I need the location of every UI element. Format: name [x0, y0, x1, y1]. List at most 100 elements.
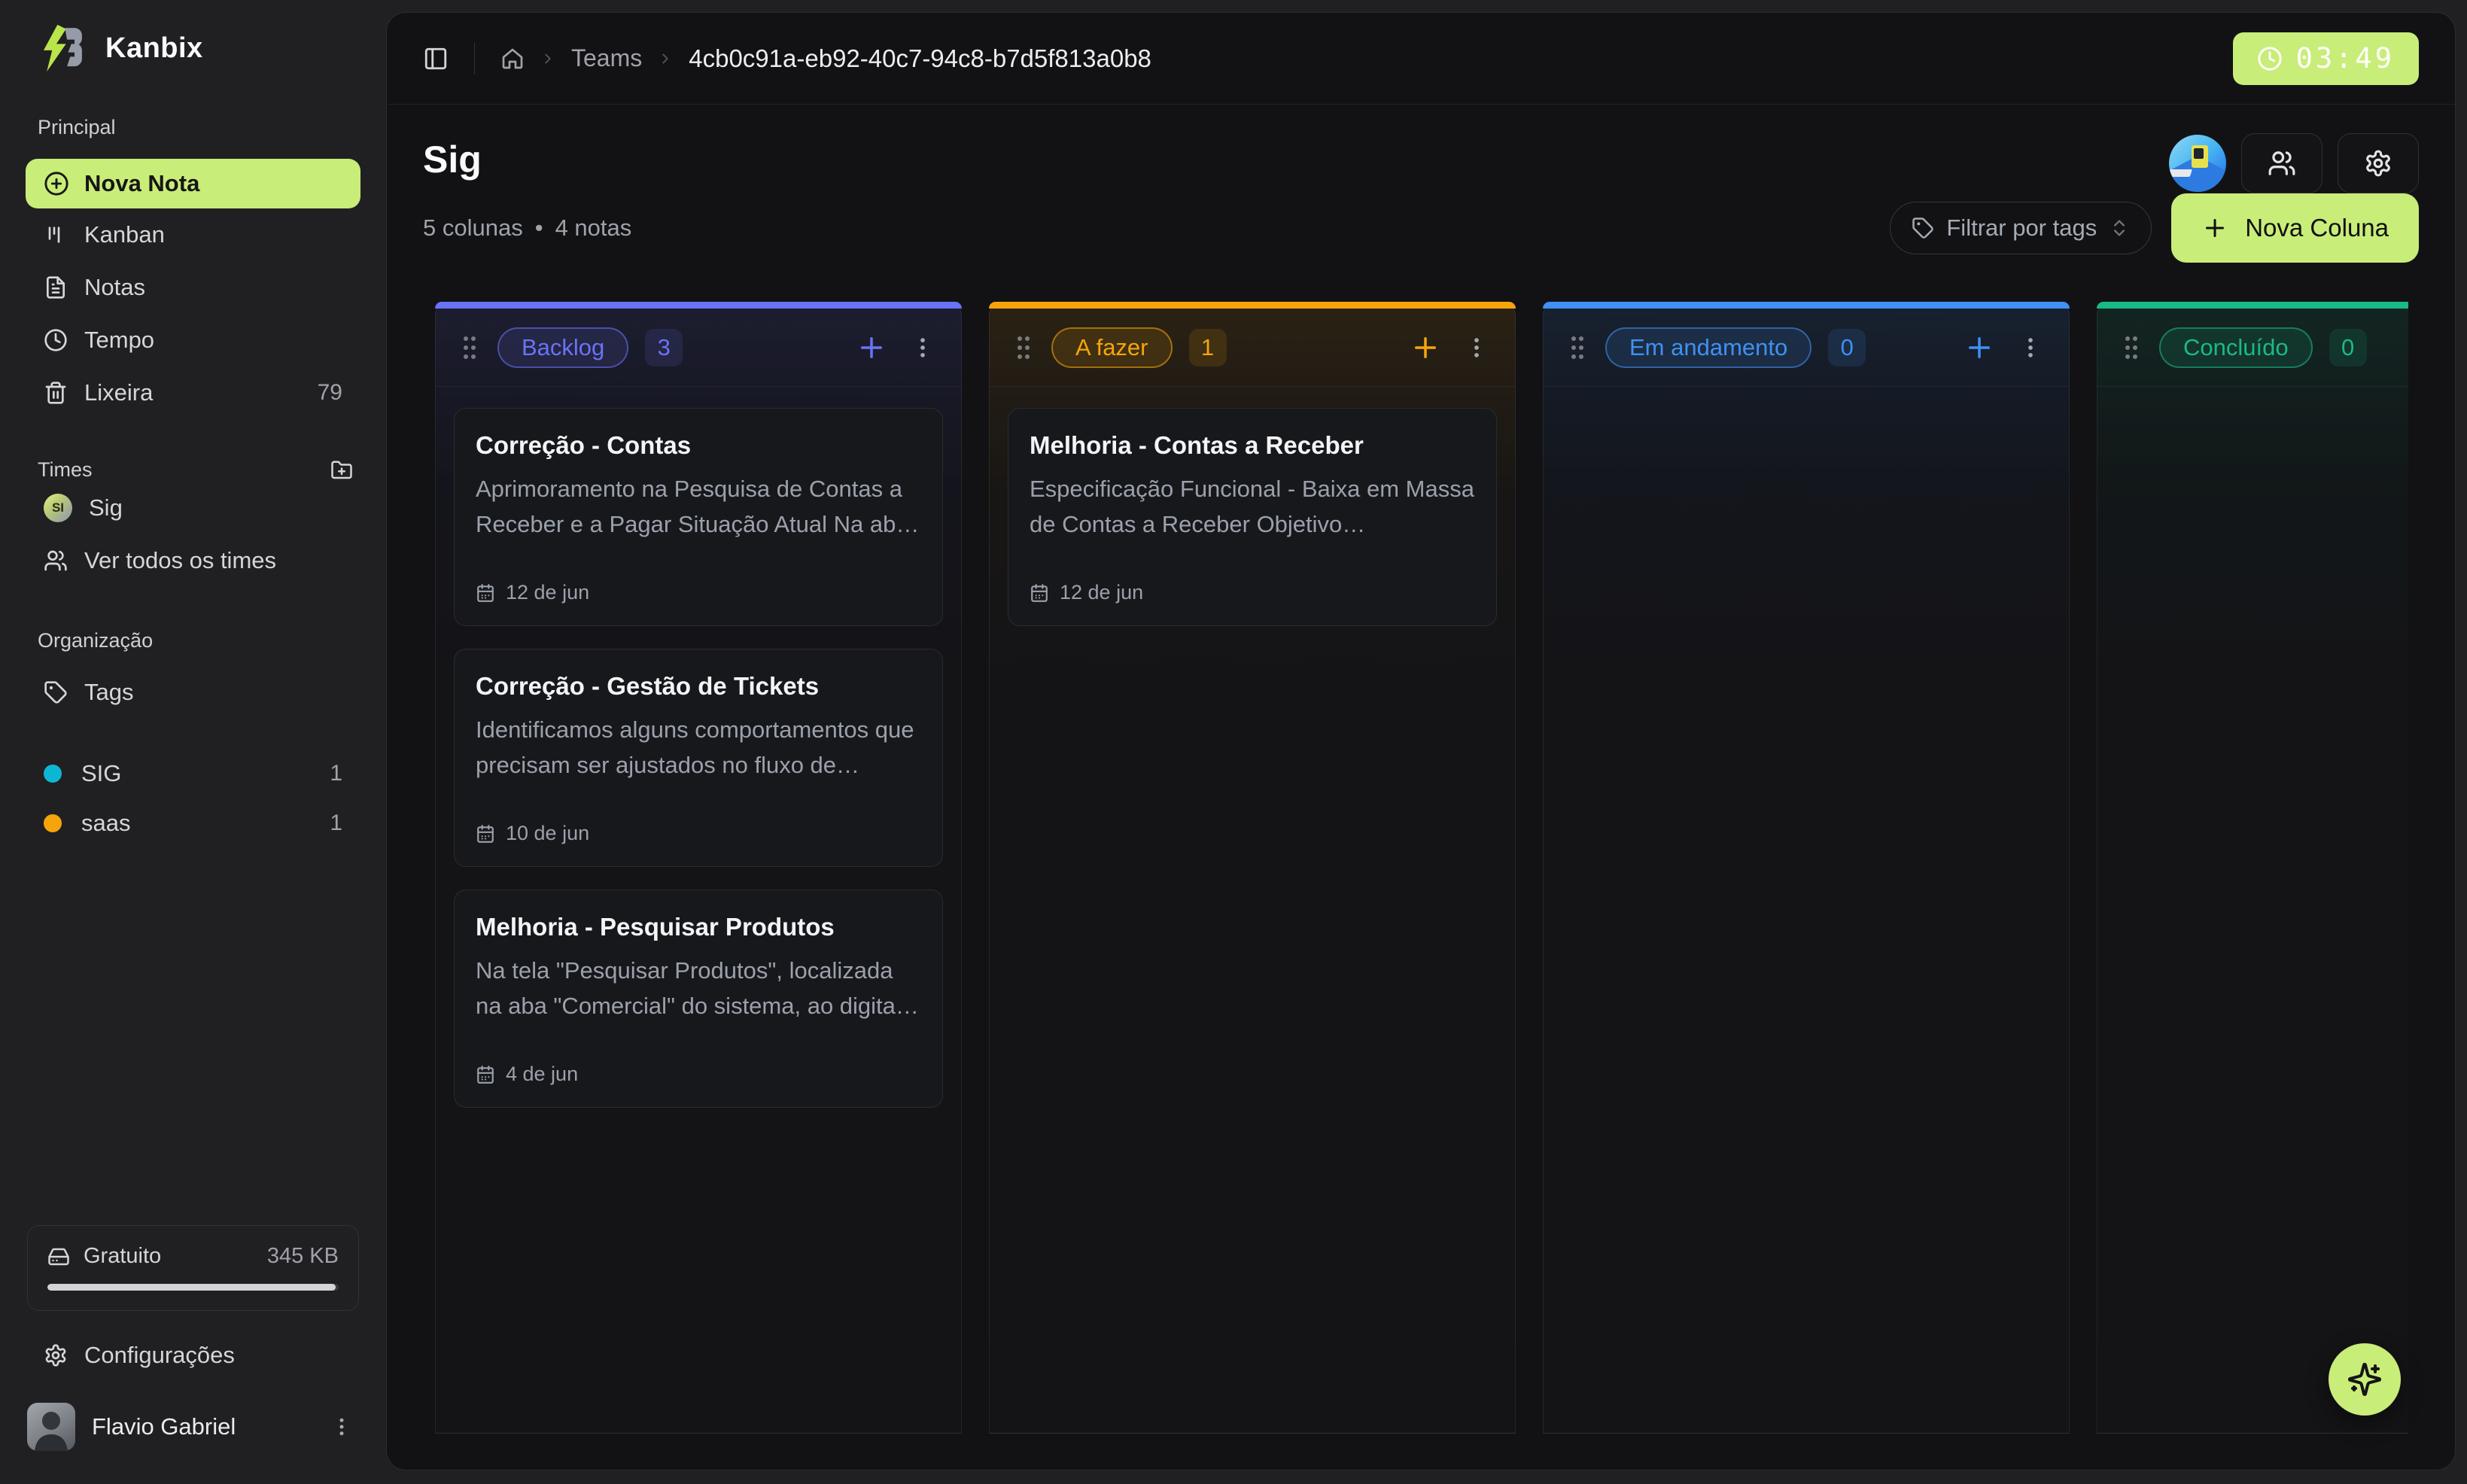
team-name: Sig: [89, 494, 123, 522]
sidebar-item-notas[interactable]: Notas: [26, 261, 360, 314]
column-header: Backlog 3: [436, 309, 961, 387]
calendar-icon: [476, 583, 495, 603]
card-title: Melhoria - Pesquisar Produtos: [476, 913, 921, 941]
board-meta: 5 colunas • 4 notas: [423, 214, 631, 242]
card-date-row: 12 de jun: [1030, 581, 1475, 604]
card-description: Na tela "Pesquisar Produtos", localizada…: [476, 953, 921, 1023]
ai-assistant-fab[interactable]: [2329, 1343, 2401, 1416]
timer-value: 03:49: [2296, 42, 2395, 75]
topbar: Teams 4cb0c91a-eb92-40c7-94c8-b7d5f813a0…: [387, 13, 2455, 105]
hard-drive-icon: [47, 1245, 70, 1268]
folder-plus-icon[interactable]: [330, 459, 353, 482]
add-card-icon[interactable]: [1964, 332, 1995, 363]
user-menu-row[interactable]: Flavio Gabriel: [26, 1403, 360, 1451]
tag-color-dot: [44, 814, 62, 832]
sidebar-item-view-all-teams[interactable]: Ver todos os times: [26, 534, 360, 587]
drag-handle-icon[interactable]: [461, 334, 478, 361]
card-description: Especificação Funcional - Baixa em Massa…: [1030, 472, 1475, 542]
breadcrumb-board-id: 4cb0c91a-eb92-40c7-94c8-b7d5f813a0b8: [689, 44, 1151, 73]
new-column-label: Nova Coluna: [2245, 214, 2389, 242]
gear-icon: [2364, 149, 2392, 178]
plus-circle-icon: [44, 171, 69, 196]
add-card-icon[interactable]: [1410, 332, 1441, 363]
members-button[interactable]: [2241, 133, 2323, 193]
kanban-card[interactable]: Correção - Gestão de Tickets Identificam…: [454, 649, 943, 867]
sidebar-item-kanban[interactable]: Kanban: [26, 208, 360, 261]
board-avatar[interactable]: [2169, 135, 2226, 192]
app-name: Kanbix: [105, 32, 203, 65]
users-icon: [2268, 149, 2296, 178]
sidebar-toggle-icon[interactable]: [423, 46, 449, 71]
sidebar-item-label: Tempo: [84, 327, 154, 354]
plus-icon: [2201, 214, 2228, 242]
calendar-icon: [476, 1065, 495, 1084]
filter-by-tags-select[interactable]: Filtrar por tags: [1890, 202, 2152, 254]
filter-label: Filtrar por tags: [1946, 214, 2097, 242]
kanban-board: Backlog 3 Correção - Contas Aprimorament…: [435, 302, 2408, 1434]
card-date: 10 de jun: [506, 822, 589, 845]
storage-progressbar: [47, 1284, 339, 1291]
column-name-pill[interactable]: Concluído: [2159, 327, 2313, 368]
sidebar-item-label: Tags: [84, 679, 133, 706]
kanban-card[interactable]: Melhoria - Contas a Receber Especificaçã…: [1008, 408, 1497, 626]
section-principal: Principal: [38, 116, 360, 139]
calendar-icon: [476, 824, 495, 844]
column-menu-icon[interactable]: [910, 335, 935, 360]
card-date: 4 de jun: [506, 1063, 578, 1086]
drag-handle-icon[interactable]: [2123, 334, 2140, 361]
trash-icon: [44, 381, 68, 405]
calendar-icon: [1030, 583, 1049, 603]
sidebar-item-lixeira[interactable]: Lixeira 79: [26, 366, 360, 419]
column-count-badge: 0: [2329, 329, 2367, 366]
kanban-card[interactable]: Correção - Contas Aprimoramento na Pesqu…: [454, 408, 943, 626]
tag-row-saas[interactable]: saas 1: [26, 798, 360, 848]
sidebar: Kanbix Principal Nova Nota Kanban Notas …: [0, 0, 386, 1484]
chevron-right-icon: [657, 50, 674, 67]
drag-handle-icon[interactable]: [1015, 334, 1032, 361]
home-icon[interactable]: [500, 47, 525, 71]
column-name-pill[interactable]: Backlog: [497, 327, 628, 368]
sidebar-item-tempo[interactable]: Tempo: [26, 314, 360, 366]
clock-icon: [2257, 46, 2283, 71]
tag-icon: [1912, 217, 1934, 239]
card-title: Correção - Contas: [476, 431, 921, 460]
clock-icon: [44, 328, 68, 352]
sidebar-item-configuracoes[interactable]: Configurações: [26, 1329, 360, 1382]
plan-usage-card: Gratuito 345 KB: [27, 1225, 359, 1311]
breadcrumb-teams[interactable]: Teams: [571, 44, 642, 72]
column-menu-icon[interactable]: [2018, 335, 2043, 360]
section-organizacao: Organização: [38, 629, 360, 652]
column-menu-icon[interactable]: [1464, 335, 1489, 360]
kanban-card[interactable]: Melhoria - Pesquisar Produtos Na tela "P…: [454, 889, 943, 1108]
drag-handle-icon[interactable]: [1569, 334, 1586, 361]
column-accent-strip: [2097, 302, 2408, 309]
column-name-pill[interactable]: Em andamento: [1605, 327, 1811, 368]
column-header: Em andamento 0: [1544, 309, 2069, 387]
ellipsis-vertical-icon[interactable]: [330, 1416, 353, 1438]
column-backlog: Backlog 3 Correção - Contas Aprimorament…: [435, 302, 962, 1434]
plan-usage: 345 KB: [267, 1244, 339, 1269]
column-body: Correção - Contas Aprimoramento na Pesqu…: [436, 387, 961, 1129]
sidebar-item-team-sig[interactable]: SI Sig: [26, 482, 360, 534]
sidebar-item-label: Kanban: [84, 221, 165, 248]
sidebar-item-label: Lixeira: [84, 379, 153, 406]
board-content: Sig 5 colunas • 4 notas Filtrar por tags: [387, 105, 2455, 1470]
kanban-icon: [44, 223, 68, 247]
user-avatar: [27, 1403, 75, 1451]
meta-separator: •: [535, 214, 543, 242]
add-card-icon[interactable]: [856, 332, 887, 363]
spacer: [26, 719, 360, 749]
new-column-button[interactable]: Nova Coluna: [2171, 193, 2419, 263]
card-date-row: 10 de jun: [476, 822, 921, 845]
sidebar-item-tags[interactable]: Tags: [26, 666, 360, 719]
column-name-pill[interactable]: A fazer: [1051, 327, 1173, 368]
divider: [474, 43, 475, 75]
card-title: Correção - Gestão de Tickets: [476, 672, 921, 701]
column-accent-strip: [989, 302, 1516, 309]
trash-count-badge: 79: [318, 380, 342, 406]
new-note-button[interactable]: Nova Nota: [26, 159, 360, 208]
card-description: Aprimoramento na Pesquisa de Contas a Re…: [476, 472, 921, 542]
timer-widget[interactable]: 03:49: [2233, 32, 2419, 85]
board-settings-button[interactable]: [2338, 133, 2419, 193]
tag-row-sig[interactable]: SIG 1: [26, 749, 360, 798]
